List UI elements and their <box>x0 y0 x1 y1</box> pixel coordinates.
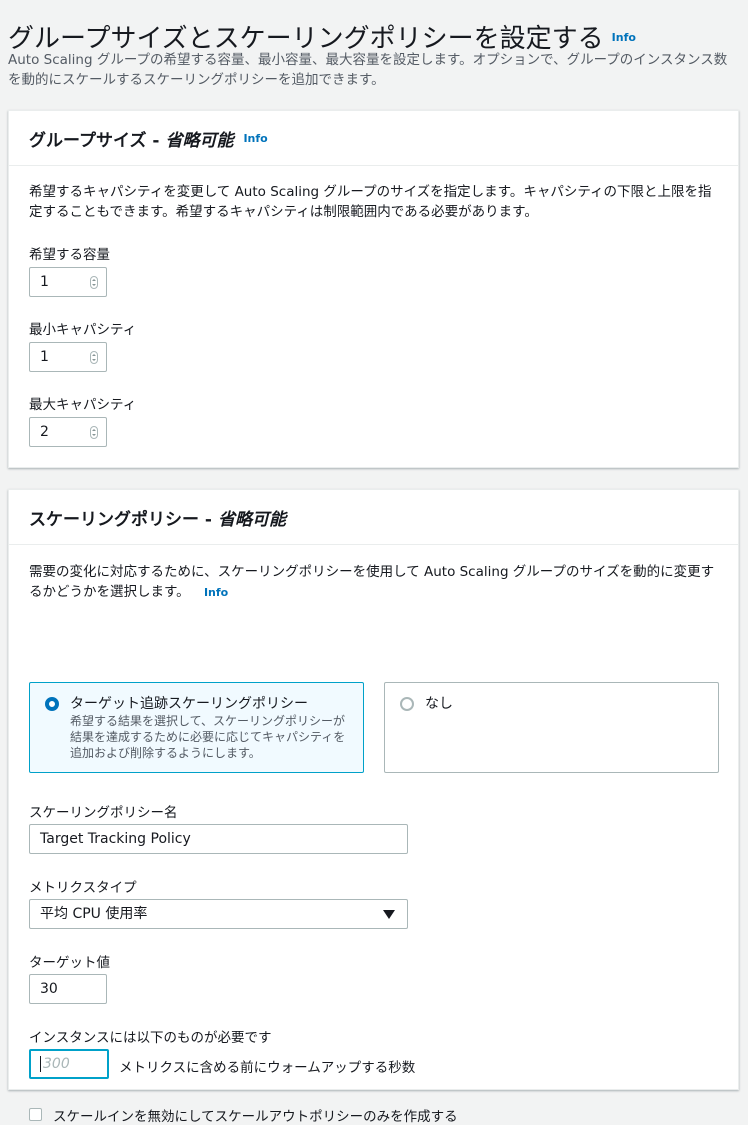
scaling-policy-title: スケーリングポリシー - <box>29 509 212 530</box>
min-capacity-label: 最小キャパシティ <box>29 322 137 338</box>
policy-name-input[interactable]: Target Tracking Policy <box>29 824 408 854</box>
group-size-optional: 省略可能 <box>165 130 234 151</box>
metric-type-value: 平均 CPU 使用率 <box>40 906 148 922</box>
target-value-input[interactable]: 30 <box>29 974 107 1004</box>
desired-capacity-value: 1 <box>40 274 49 290</box>
warmup-placeholder: 300 <box>43 1056 70 1072</box>
group-size-header: グループサイズ - 省略可能 Info <box>9 111 738 166</box>
target-value-label: ターゲット値 <box>29 955 110 971</box>
scaling-policy-info-link[interactable]: Info <box>204 586 228 599</box>
warmup-suffix: メトリクスに含める前にウォームアップする秒数 <box>119 1060 416 1076</box>
policy-name-label: スケーリングポリシー名 <box>29 805 178 821</box>
group-size-description: 希望するキャパシティを変更して Auto Scaling グループのサイズを指定… <box>29 184 712 220</box>
disable-scale-in-checkbox[interactable] <box>29 1108 42 1121</box>
target-tracking-option[interactable]: ターゲット追跡スケーリングポリシー 希望する結果を選択して、スケーリングポリシー… <box>29 682 364 773</box>
warmup-input[interactable]: 300 <box>29 1049 109 1079</box>
no-policy-radio[interactable] <box>400 697 414 711</box>
min-capacity-input[interactable]: 1 <box>29 342 107 372</box>
disable-scale-in-label[interactable]: スケールインを無効にしてスケールアウトポリシーのみを作成する <box>53 1105 458 1125</box>
target-tracking-radio[interactable] <box>45 697 59 711</box>
max-capacity-value: 2 <box>40 424 49 440</box>
spinner-icon[interactable] <box>90 351 98 364</box>
group-size-title: グループサイズ - <box>29 130 160 151</box>
scaling-policy-panel: スケーリングポリシー - 省略可能 需要の変化に対応するために、スケーリングポリ… <box>8 489 739 1125</box>
target-tracking-title: ターゲット追跡スケーリングポリシー <box>70 696 308 712</box>
no-policy-title: なし <box>425 696 453 712</box>
no-policy-option[interactable]: なし <box>384 682 719 773</box>
min-capacity-value: 1 <box>40 349 49 365</box>
spinner-icon[interactable] <box>90 276 98 289</box>
page-info-link[interactable]: Info <box>612 31 636 44</box>
scaling-policy-description-text: 需要の変化に対応するために、スケーリングポリシーを使用して Auto Scali… <box>29 564 715 600</box>
group-size-panel: グループサイズ - 省略可能 Info 希望するキャパシティを変更して Auto… <box>8 110 739 468</box>
scaling-policy-description: 需要の変化に対応するために、スケーリングポリシーを使用して Auto Scali… <box>29 562 719 603</box>
desired-capacity-input[interactable]: 1 <box>29 267 107 297</box>
metric-type-label: メトリクスタイプ <box>29 880 137 896</box>
desired-capacity-label: 希望する容量 <box>29 247 110 263</box>
scaling-policy-header: スケーリングポリシー - 省略可能 <box>9 490 738 545</box>
caret-down-icon <box>383 910 395 919</box>
text-cursor <box>40 1056 41 1072</box>
warmup-label: インスタンスには以下のものが必要です <box>29 1030 272 1046</box>
page-description: Auto Scaling グループの希望する容量、最小容量、最大容量を設定します… <box>8 52 728 88</box>
metric-type-select[interactable]: 平均 CPU 使用率 <box>29 899 408 929</box>
target-tracking-description: 希望する結果を選択して、スケーリングポリシーが結果を達成するために必要に応じてキ… <box>70 714 346 760</box>
max-capacity-label: 最大キャパシティ <box>29 397 137 413</box>
scaling-policy-optional: 省略可能 <box>217 509 286 530</box>
spinner-icon[interactable] <box>90 426 98 439</box>
max-capacity-input[interactable]: 2 <box>29 417 107 447</box>
group-size-info-link[interactable]: Info <box>243 132 267 145</box>
